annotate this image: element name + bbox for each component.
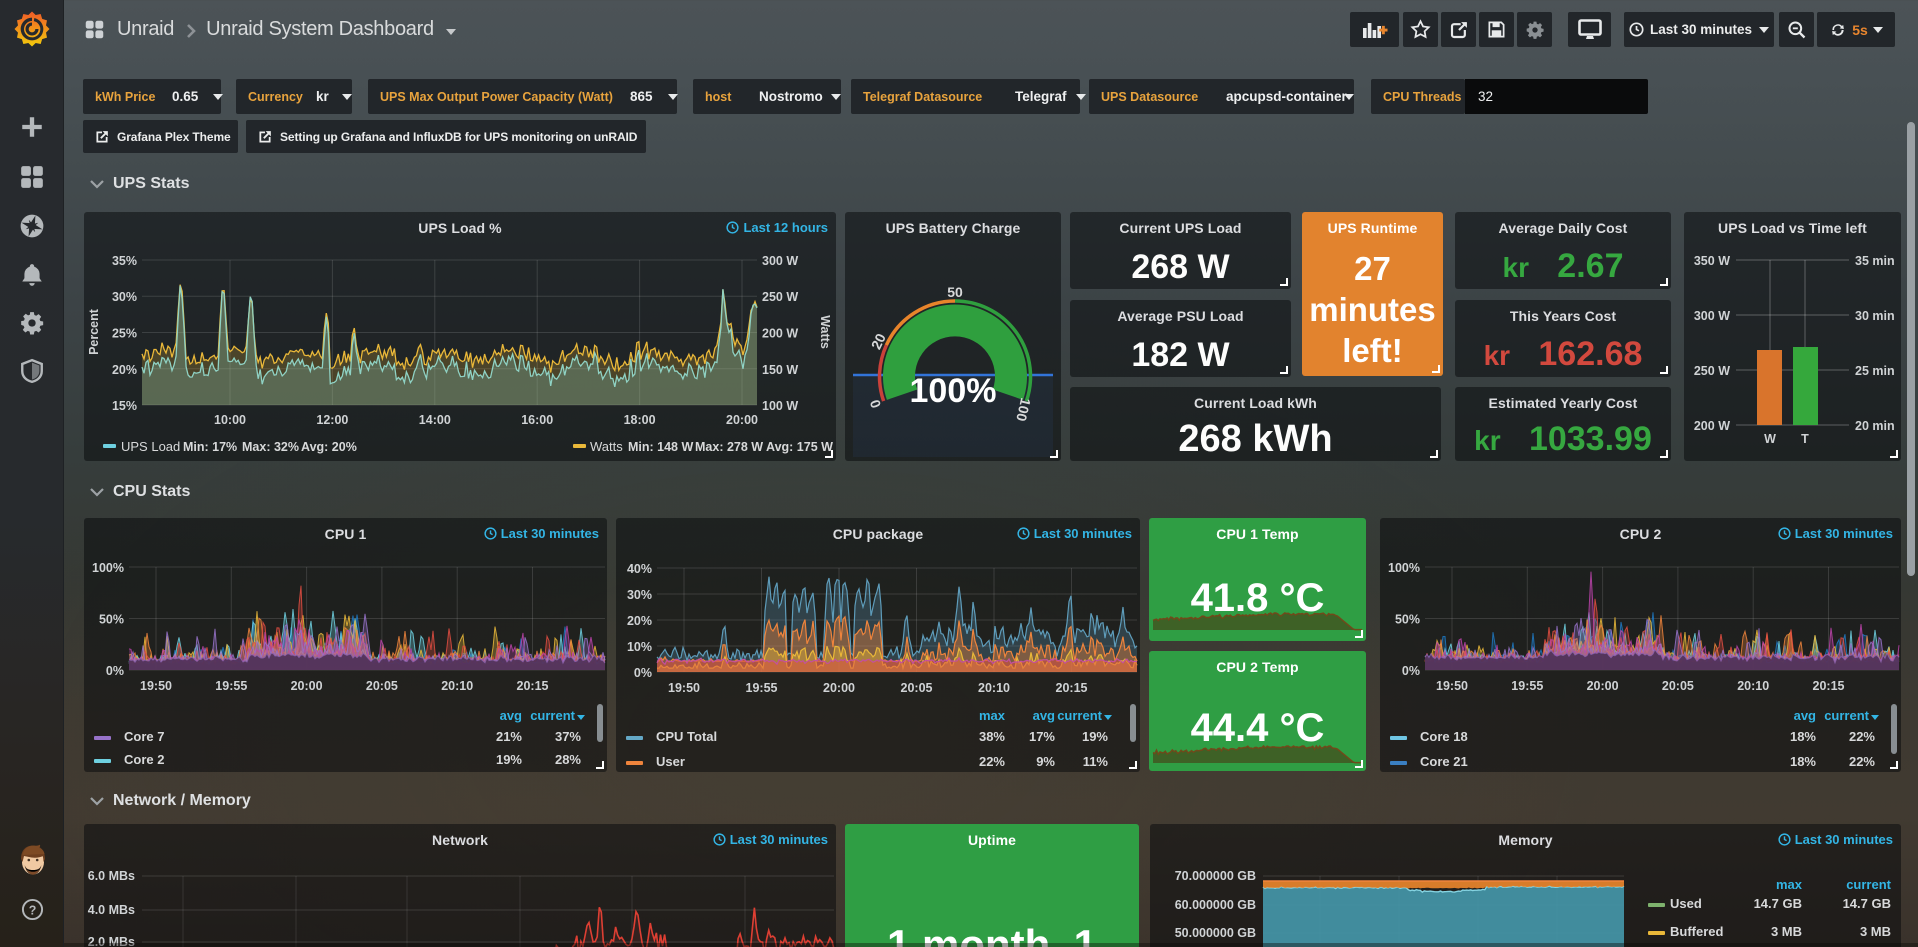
svg-text:250 W: 250 W	[1694, 364, 1730, 378]
svg-text:Watts: Watts	[590, 439, 623, 454]
svg-text:14:00: 14:00	[419, 413, 451, 427]
svg-text:6.0 MBs: 6.0 MBs	[88, 869, 135, 883]
svg-text:18:00: 18:00	[624, 413, 656, 427]
svg-text:250 W: 250 W	[762, 290, 798, 304]
svg-text:20%: 20%	[112, 363, 137, 377]
svg-text:50%: 50%	[99, 613, 124, 627]
svg-text:25 min: 25 min	[1855, 364, 1895, 378]
svg-text:19:55: 19:55	[1511, 679, 1543, 693]
svg-text:19:50: 19:50	[140, 679, 172, 693]
svg-text:20:00: 20:00	[823, 681, 855, 695]
svg-text:20:15: 20:15	[517, 679, 549, 693]
svg-text:?: ?	[29, 903, 37, 917]
svg-text:50%: 50%	[1395, 613, 1420, 627]
svg-text:Min: 17%: Min: 17%	[183, 440, 237, 454]
svg-text:20:00: 20:00	[726, 413, 758, 427]
svg-text:12:00: 12:00	[316, 413, 348, 427]
svg-text:20:05: 20:05	[1662, 679, 1694, 693]
svg-text:15%: 15%	[112, 399, 137, 413]
svg-text:Max: 32%: Max: 32%	[242, 440, 299, 454]
svg-text:70.000000 GB: 70.000000 GB	[1175, 869, 1256, 883]
svg-text:100%: 100%	[92, 561, 124, 575]
svg-text:Watts: Watts	[818, 315, 832, 349]
svg-text:4.0 MBs: 4.0 MBs	[88, 903, 135, 917]
svg-text:W: W	[1764, 432, 1776, 446]
svg-text:20 min: 20 min	[1855, 419, 1895, 433]
svg-text:20:05: 20:05	[366, 679, 398, 693]
svg-text:300 W: 300 W	[1694, 309, 1730, 323]
svg-text:20:05: 20:05	[901, 681, 933, 695]
svg-text:300 W: 300 W	[762, 254, 798, 268]
svg-text:19:50: 19:50	[1436, 679, 1468, 693]
svg-text:20%: 20%	[627, 614, 652, 628]
svg-text:35%: 35%	[112, 254, 137, 268]
svg-text:Min: 148 W: Min: 148 W	[628, 440, 693, 454]
svg-text:100 W: 100 W	[762, 399, 798, 413]
svg-text:350 W: 350 W	[1694, 254, 1730, 268]
svg-text:10%: 10%	[627, 640, 652, 654]
svg-text:20:15: 20:15	[1056, 681, 1088, 695]
svg-text:16:00: 16:00	[521, 413, 553, 427]
svg-text:UPS Load: UPS Load	[121, 439, 180, 454]
svg-text:20:10: 20:10	[441, 679, 473, 693]
svg-text:20:15: 20:15	[1813, 679, 1845, 693]
svg-text:Max: 278 W: Max: 278 W	[695, 440, 763, 454]
svg-text:100%: 100%	[1388, 561, 1420, 575]
svg-text:19:55: 19:55	[746, 681, 778, 695]
svg-text:Percent: Percent	[87, 308, 101, 355]
svg-text:0%: 0%	[634, 666, 652, 680]
svg-text:20:10: 20:10	[1737, 679, 1769, 693]
svg-text:40%: 40%	[627, 562, 652, 576]
svg-text:0%: 0%	[106, 664, 124, 678]
svg-text:T: T	[1801, 432, 1809, 446]
svg-text:20:00: 20:00	[1587, 679, 1619, 693]
svg-text:30%: 30%	[112, 290, 137, 304]
svg-text:25%: 25%	[112, 327, 137, 341]
svg-text:200 W: 200 W	[1694, 419, 1730, 433]
svg-text:19:50: 19:50	[668, 681, 700, 695]
svg-text:Avg: 175 W: Avg: 175 W	[766, 440, 833, 454]
svg-text:100%: 100%	[910, 372, 997, 410]
svg-text:10:00: 10:00	[214, 413, 246, 427]
svg-text:150 W: 150 W	[762, 363, 798, 377]
svg-text:20:10: 20:10	[978, 681, 1010, 695]
svg-text:50: 50	[947, 284, 963, 300]
svg-text:19:55: 19:55	[215, 679, 247, 693]
svg-text:20:00: 20:00	[291, 679, 323, 693]
svg-text:200 W: 200 W	[762, 327, 798, 341]
svg-text:Avg: 20%: Avg: 20%	[301, 440, 357, 454]
svg-text:30 min: 30 min	[1855, 309, 1895, 323]
svg-text:30%: 30%	[627, 588, 652, 602]
svg-text:0%: 0%	[1402, 664, 1420, 678]
svg-text:35 min: 35 min	[1855, 254, 1895, 268]
